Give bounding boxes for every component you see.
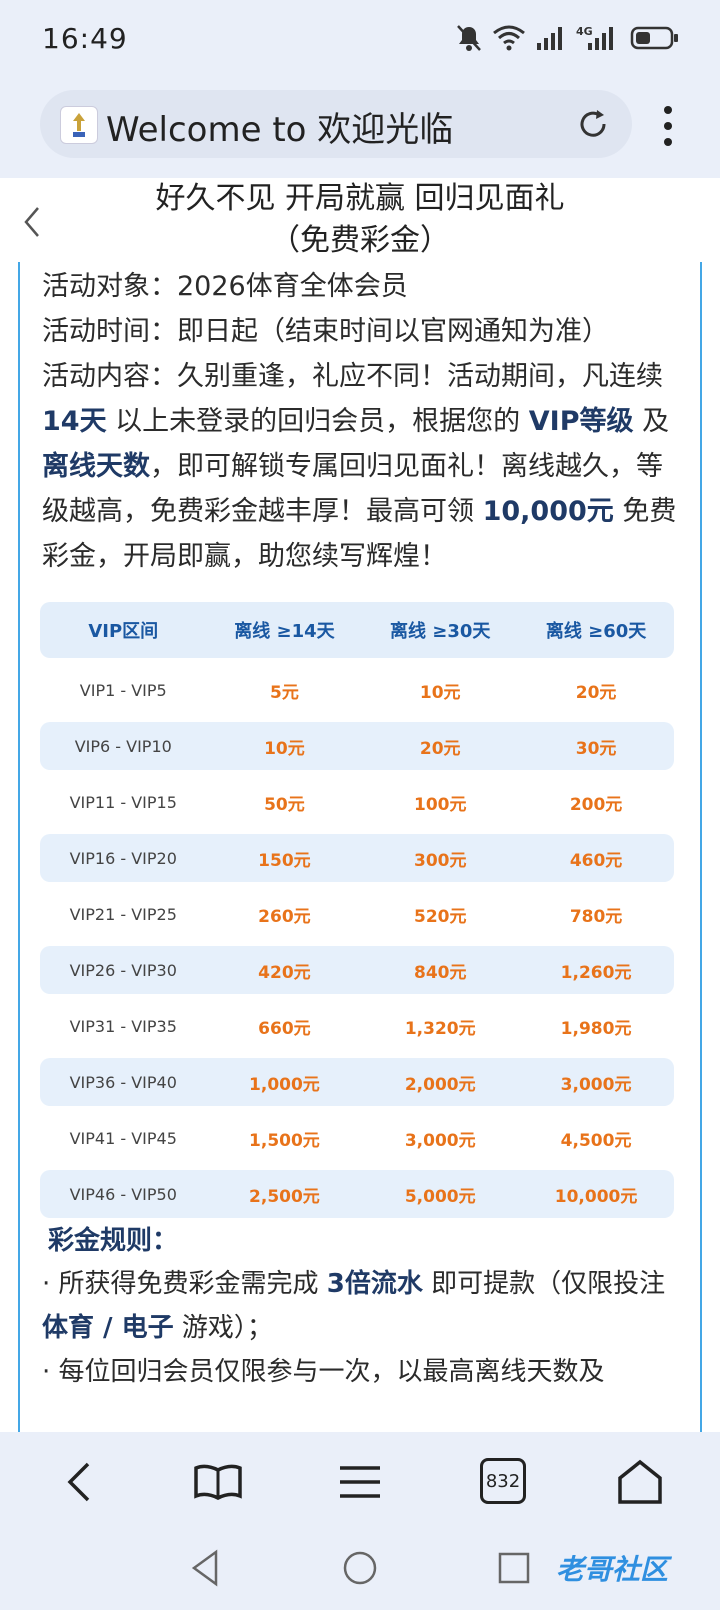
site-favicon-icon <box>60 106 98 144</box>
reward-value: 20元 <box>362 722 519 770</box>
reward-value: 3,000元 <box>404 1130 476 1151</box>
back-arrow-icon[interactable] <box>20 204 44 240</box>
system-back-icon[interactable] <box>186 1548 226 1588</box>
vip-range: VIP41 - VIP45 <box>69 1128 177 1148</box>
watermark-logo: 老哥社区 <box>556 1553 669 1586</box>
status-icons: 4G <box>456 24 680 56</box>
table-row: VIP41 - VIP45 1,500元 3,000元 4,500元 <box>40 1114 674 1162</box>
table-header: 离线 ≥30天 <box>362 602 519 658</box>
browser-toolbar: Welcome to 欢迎光临 <box>0 84 720 178</box>
wifi-icon <box>492 25 526 55</box>
reward-value: 1,320元 <box>404 1018 476 1039</box>
reward-value: 1,980元 <box>560 1018 632 1039</box>
reward-value: 30元 <box>518 722 674 770</box>
reward-value: 50元 <box>264 794 305 815</box>
rules-title: 彩金规则： <box>48 1226 179 1256</box>
reward-value: 300元 <box>362 834 519 882</box>
status-bar: 16:49 4G <box>0 0 720 84</box>
activity-description: 活动对象：2026体育全体会员 活动时间：即日起（结束时间以官网通知为准） 活动… <box>42 264 682 579</box>
table-header: 离线 ≥60天 <box>518 602 674 658</box>
table-header: VIP区间 <box>40 602 207 658</box>
table-header-row: VIP区间 离线 ≥14天 离线 ≥30天 离线 ≥60天 <box>40 602 674 658</box>
table-row: VIP1 - VIP5 5元 10元 20元 <box>40 666 674 714</box>
page-header: 好久不见 开局就赢 回归见面礼 （免费彩金） <box>0 178 720 263</box>
reward-value: 5元 <box>270 682 299 703</box>
table-header: 离线 ≥14天 <box>206 602 363 658</box>
vip-range: VIP11 - VIP15 <box>69 792 177 812</box>
table-row: VIP36 - VIP40 1,000元 2,000元 3,000元 <box>40 1058 674 1106</box>
reward-value: 5,000元 <box>362 1170 519 1218</box>
signal-4g-icon: 4G <box>576 24 620 56</box>
reward-value: 660元 <box>258 1018 311 1039</box>
reward-value: 4,500元 <box>560 1130 632 1151</box>
activity-time: 活动时间：即日起（结束时间以官网通知为准） <box>42 316 609 347</box>
table-row: VIP31 - VIP35 660元 1,320元 1,980元 <box>40 1002 674 1050</box>
vip-range: VIP31 - VIP35 <box>69 1016 177 1036</box>
activity-target: 活动对象：2026体育全体会员 <box>42 271 408 302</box>
browser-bottom-nav <box>0 1432 720 1532</box>
mute-bell-icon <box>456 24 482 56</box>
vip-range: VIP26 - VIP30 <box>40 946 207 994</box>
vip-range: VIP6 - VIP10 <box>40 722 207 770</box>
table-row: VIP16 - VIP20 150元 300元 460元 <box>40 834 674 882</box>
promo-content: 活动对象：2026体育全体会员 活动时间：即日起（结束时间以官网通知为准） 活动… <box>0 262 720 1432</box>
more-menu-icon[interactable] <box>658 104 678 148</box>
reward-value: 1,500元 <box>249 1130 320 1151</box>
reward-value: 100元 <box>413 794 467 815</box>
table-row: VIP46 - VIP50 2,500元 5,000元 10,000元 <box>40 1170 674 1218</box>
vip-reward-table: VIP区间 离线 ≥14天 离线 ≥30天 离线 ≥60天 VIP1 - VIP… <box>40 594 674 1226</box>
vip-range: VIP46 - VIP50 <box>40 1170 207 1218</box>
reward-value: 10元 <box>419 682 461 703</box>
status-time: 16:49 <box>42 22 128 55</box>
vip-range: VIP36 - VIP40 <box>40 1058 207 1106</box>
back-icon[interactable] <box>54 1456 106 1508</box>
vip-range: VIP16 - VIP20 <box>40 834 207 882</box>
system-recents-icon[interactable] <box>494 1548 534 1588</box>
reward-value: 780元 <box>569 906 623 927</box>
reward-value: 840元 <box>362 946 519 994</box>
reward-value: 10元 <box>206 722 363 770</box>
bookmarks-icon[interactable] <box>192 1456 244 1508</box>
reward-value: 150元 <box>206 834 363 882</box>
reward-value: 460元 <box>518 834 674 882</box>
reward-value: 1,260元 <box>518 946 674 994</box>
reload-icon[interactable] <box>575 106 611 142</box>
menu-icon[interactable] <box>334 1456 386 1508</box>
vip-range: VIP1 - VIP5 <box>79 680 167 700</box>
reward-value: 3,000元 <box>518 1058 674 1106</box>
battery-icon <box>630 25 680 55</box>
reward-value: 200元 <box>569 794 623 815</box>
reward-value: 420元 <box>206 946 363 994</box>
rule-item: · 所获得免费彩金需完成 3倍流水 即可提款（仅限投注 体育 / 电子 游戏）； <box>42 1269 666 1343</box>
activity-content: 活动内容：久别重逢，礼应不同！活动期间，凡连续 14天 以上未登录的回归会员，根… <box>42 361 677 572</box>
table-row: VIP11 - VIP15 50元 100元 200元 <box>40 778 674 826</box>
system-home-icon[interactable] <box>340 1548 380 1588</box>
table-row: VIP6 - VIP10 10元 20元 30元 <box>40 722 674 770</box>
table-row: VIP26 - VIP30 420元 840元 1,260元 <box>40 946 674 994</box>
reward-value: 2,500元 <box>206 1170 363 1218</box>
rule-item: · 每位回归会员仅限参与一次，以最高离线天数及 <box>42 1357 605 1387</box>
signal-icon <box>536 25 566 55</box>
svg-text:4G: 4G <box>576 25 593 38</box>
table-row: VIP21 - VIP25 260元 520元 780元 <box>40 890 674 938</box>
vip-range: VIP21 - VIP25 <box>69 904 177 924</box>
url-text[interactable]: Welcome to 欢迎光临 <box>106 102 453 151</box>
reward-value: 2,000元 <box>362 1058 519 1106</box>
reward-value: 1,000元 <box>206 1058 363 1106</box>
reward-value: 20元 <box>575 682 617 703</box>
tabs-count-button[interactable]: 832 <box>480 1458 526 1504</box>
reward-value: 520元 <box>413 906 467 927</box>
reward-value: 10,000元 <box>518 1170 674 1218</box>
home-icon[interactable] <box>614 1456 666 1508</box>
page-title: 好久不见 开局就赢 回归见面礼 （免费彩金） <box>155 181 565 258</box>
reward-value: 260元 <box>258 906 311 927</box>
